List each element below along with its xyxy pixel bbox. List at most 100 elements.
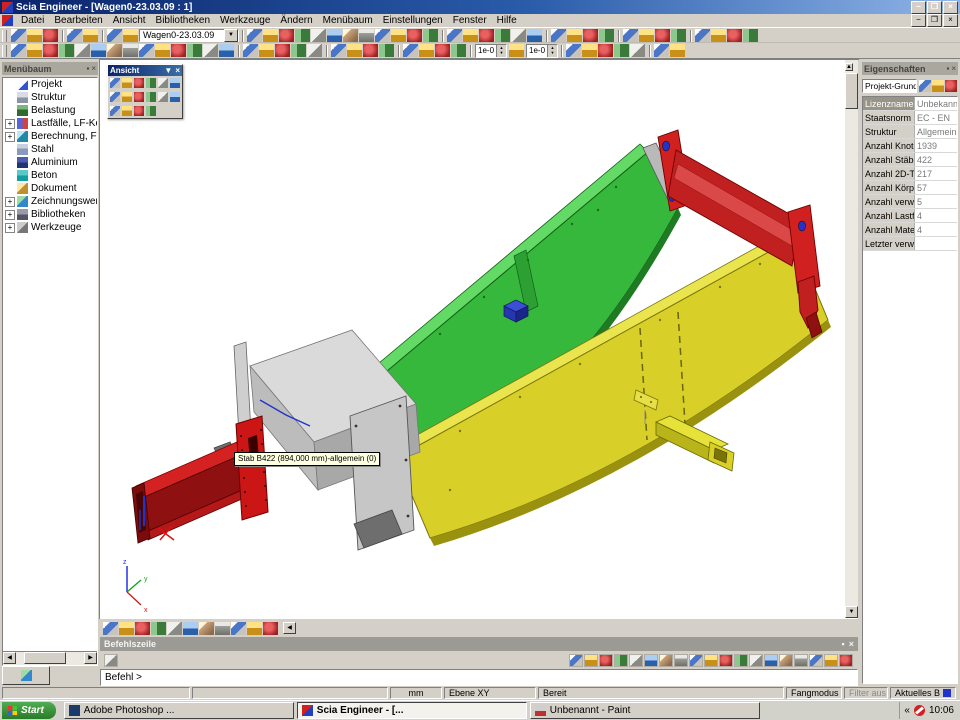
command-cursor-icon[interactable] (104, 654, 118, 667)
menubaum-titlebar[interactable]: Menübaum ▪ × (2, 62, 98, 75)
mirror-tool-icon[interactable] (379, 44, 394, 57)
window-titlebar[interactable]: Scia Engineer - [Wagen0-23.03.09 : 1] − … (0, 0, 960, 14)
open-project-icon[interactable] (27, 29, 42, 42)
ansicht-toolbar[interactable]: Ansicht ▼ × (107, 64, 183, 119)
tree-hscrollbar[interactable]: ◀ ▶ (3, 651, 97, 665)
start-button[interactable]: Start (2, 702, 56, 719)
tree-item-werkzeuge[interactable]: Werkzeuge (3, 221, 97, 234)
property-grid[interactable]: LizenznameUnbekannt StaatsnormEC - EN St… (862, 96, 958, 684)
menubaum-tab[interactable] (2, 666, 50, 685)
window-layout-4-icon[interactable] (743, 29, 758, 42)
redo-icon[interactable] (83, 29, 98, 42)
pin-icon[interactable]: ▪ (842, 639, 845, 649)
print-icon[interactable] (447, 29, 462, 42)
menu-bibliotheken[interactable]: Bibliotheken (151, 14, 215, 27)
view-axo-icon[interactable] (146, 78, 156, 88)
close-toolbar-icon[interactable]: × (175, 66, 180, 75)
property-filter-apply-icon[interactable] (932, 80, 944, 92)
spinner-arrows-icon[interactable] (496, 45, 506, 57)
select-lasso-icon[interactable] (275, 44, 290, 57)
tree-item-projekt[interactable]: Projekt (3, 78, 97, 91)
profile-6-icon[interactable] (91, 44, 106, 57)
rendered-model-icon[interactable] (231, 622, 246, 635)
deselect-icon[interactable] (291, 44, 306, 57)
table-edit-icon[interactable] (945, 80, 957, 92)
track-b-icon[interactable] (644, 654, 658, 667)
taskbar-window-scia[interactable]: Scia Engineer - [... (297, 702, 527, 719)
catalog-blocks-icon[interactable] (311, 29, 326, 42)
user-blocks-icon[interactable] (327, 29, 342, 42)
3d-viewport[interactable]: z y x Ansicht ▼ × Stab B422 (894,000 mm)… (100, 60, 858, 618)
status-unit[interactable]: mm (390, 687, 442, 699)
scroll-down-icon[interactable]: ▼ (845, 606, 858, 618)
print-picture-icon[interactable] (110, 106, 120, 116)
frame-view-3-icon[interactable] (655, 29, 670, 42)
frame-view-4-icon[interactable] (671, 29, 686, 42)
coord-info-icon[interactable] (103, 622, 118, 635)
3d-model[interactable]: z y x (100, 60, 858, 618)
spinner-arrows-icon[interactable] (547, 45, 557, 57)
calc-results-icon[interactable] (599, 29, 614, 42)
zoom-all-icon[interactable] (146, 92, 156, 102)
snap-node-icon[interactable] (719, 654, 733, 667)
menu-einstellungen[interactable]: Einstellungen (378, 14, 448, 27)
cancel-tool-icon[interactable] (670, 44, 685, 57)
project-window-icon[interactable] (107, 29, 122, 42)
restore-button[interactable]: ❐ (927, 1, 942, 14)
tree-item-dokument[interactable]: Dokument (3, 182, 97, 195)
profile-13-icon[interactable] (203, 44, 218, 57)
cursor-snap-icon[interactable] (689, 654, 703, 667)
copy-tool-icon[interactable] (347, 44, 362, 57)
view-z-icon[interactable] (134, 78, 144, 88)
viewport-vscrollbar[interactable]: ▲ ▼ (845, 60, 858, 618)
library-loads-icon[interactable] (295, 29, 310, 42)
expand-icon[interactable] (5, 223, 15, 233)
befehlszeile-titlebar[interactable]: Befehlszeile ▪ × (100, 637, 858, 651)
profile-10-icon[interactable] (155, 44, 170, 57)
line-grid-icon[interactable] (598, 44, 613, 57)
copy-picture-icon[interactable] (122, 106, 132, 116)
undo-icon[interactable] (67, 29, 82, 42)
expand-icon[interactable] (5, 132, 15, 142)
snap-midpoint-icon[interactable] (584, 654, 598, 667)
snap-plane-icon[interactable] (824, 654, 838, 667)
command-input[interactable]: Befehl > (100, 669, 858, 686)
snap-delete-icon[interactable] (614, 654, 628, 667)
snap-surface-icon[interactable] (839, 654, 853, 667)
minimize-button[interactable]: − (911, 1, 926, 14)
render-window-icon[interactable] (158, 92, 168, 102)
close-panel-icon[interactable]: × (951, 64, 956, 74)
calc-check-icon[interactable] (583, 29, 598, 42)
zoom-out-icon[interactable] (122, 92, 132, 102)
scroll-thumb[interactable] (24, 652, 66, 664)
tree-item-aluminium[interactable]: Aluminium (3, 156, 97, 169)
close-panel-icon[interactable]: × (849, 639, 854, 649)
document-open-icon[interactable] (407, 29, 422, 42)
menu-werkzeuge[interactable]: Werkzeuge (215, 14, 275, 27)
scroll-right-icon[interactable]: ▶ (84, 652, 97, 664)
layout-icon[interactable] (527, 29, 542, 42)
profile-2-icon[interactable] (27, 44, 42, 57)
scroll-left-icon[interactable]: ◀ (3, 652, 16, 664)
scale-spinner-2[interactable]: 1e-0 (526, 44, 558, 58)
toolbar-grip[interactable] (2, 30, 7, 42)
taskbar-window-photoshop[interactable]: Adobe Photoshop ... (64, 702, 294, 719)
colors-toggle-icon[interactable] (134, 106, 144, 116)
window-layout-1-icon[interactable] (695, 29, 710, 42)
profile-12-icon[interactable] (187, 44, 202, 57)
close-button[interactable]: × (943, 1, 958, 14)
document-new-icon[interactable] (423, 29, 438, 42)
expand-icon[interactable] (5, 210, 15, 220)
select-window-icon[interactable] (259, 44, 274, 57)
gallery-drawings-icon[interactable] (391, 29, 406, 42)
snap-tangent-icon[interactable] (779, 654, 793, 667)
toolbar-grip[interactable] (2, 45, 7, 57)
status-fangmodus[interactable]: Fangmodus (786, 687, 842, 699)
profile-9-icon[interactable] (139, 44, 154, 57)
menu-aendern[interactable]: Ändern (275, 14, 317, 27)
gallery-pictures-icon[interactable] (375, 29, 390, 42)
mode-d-icon[interactable] (451, 44, 466, 57)
property-group-combo[interactable]: Projekt-Grundd (862, 79, 917, 93)
tray-chevron-icon[interactable]: « (904, 705, 910, 716)
surface-tool-icon[interactable] (630, 44, 645, 57)
